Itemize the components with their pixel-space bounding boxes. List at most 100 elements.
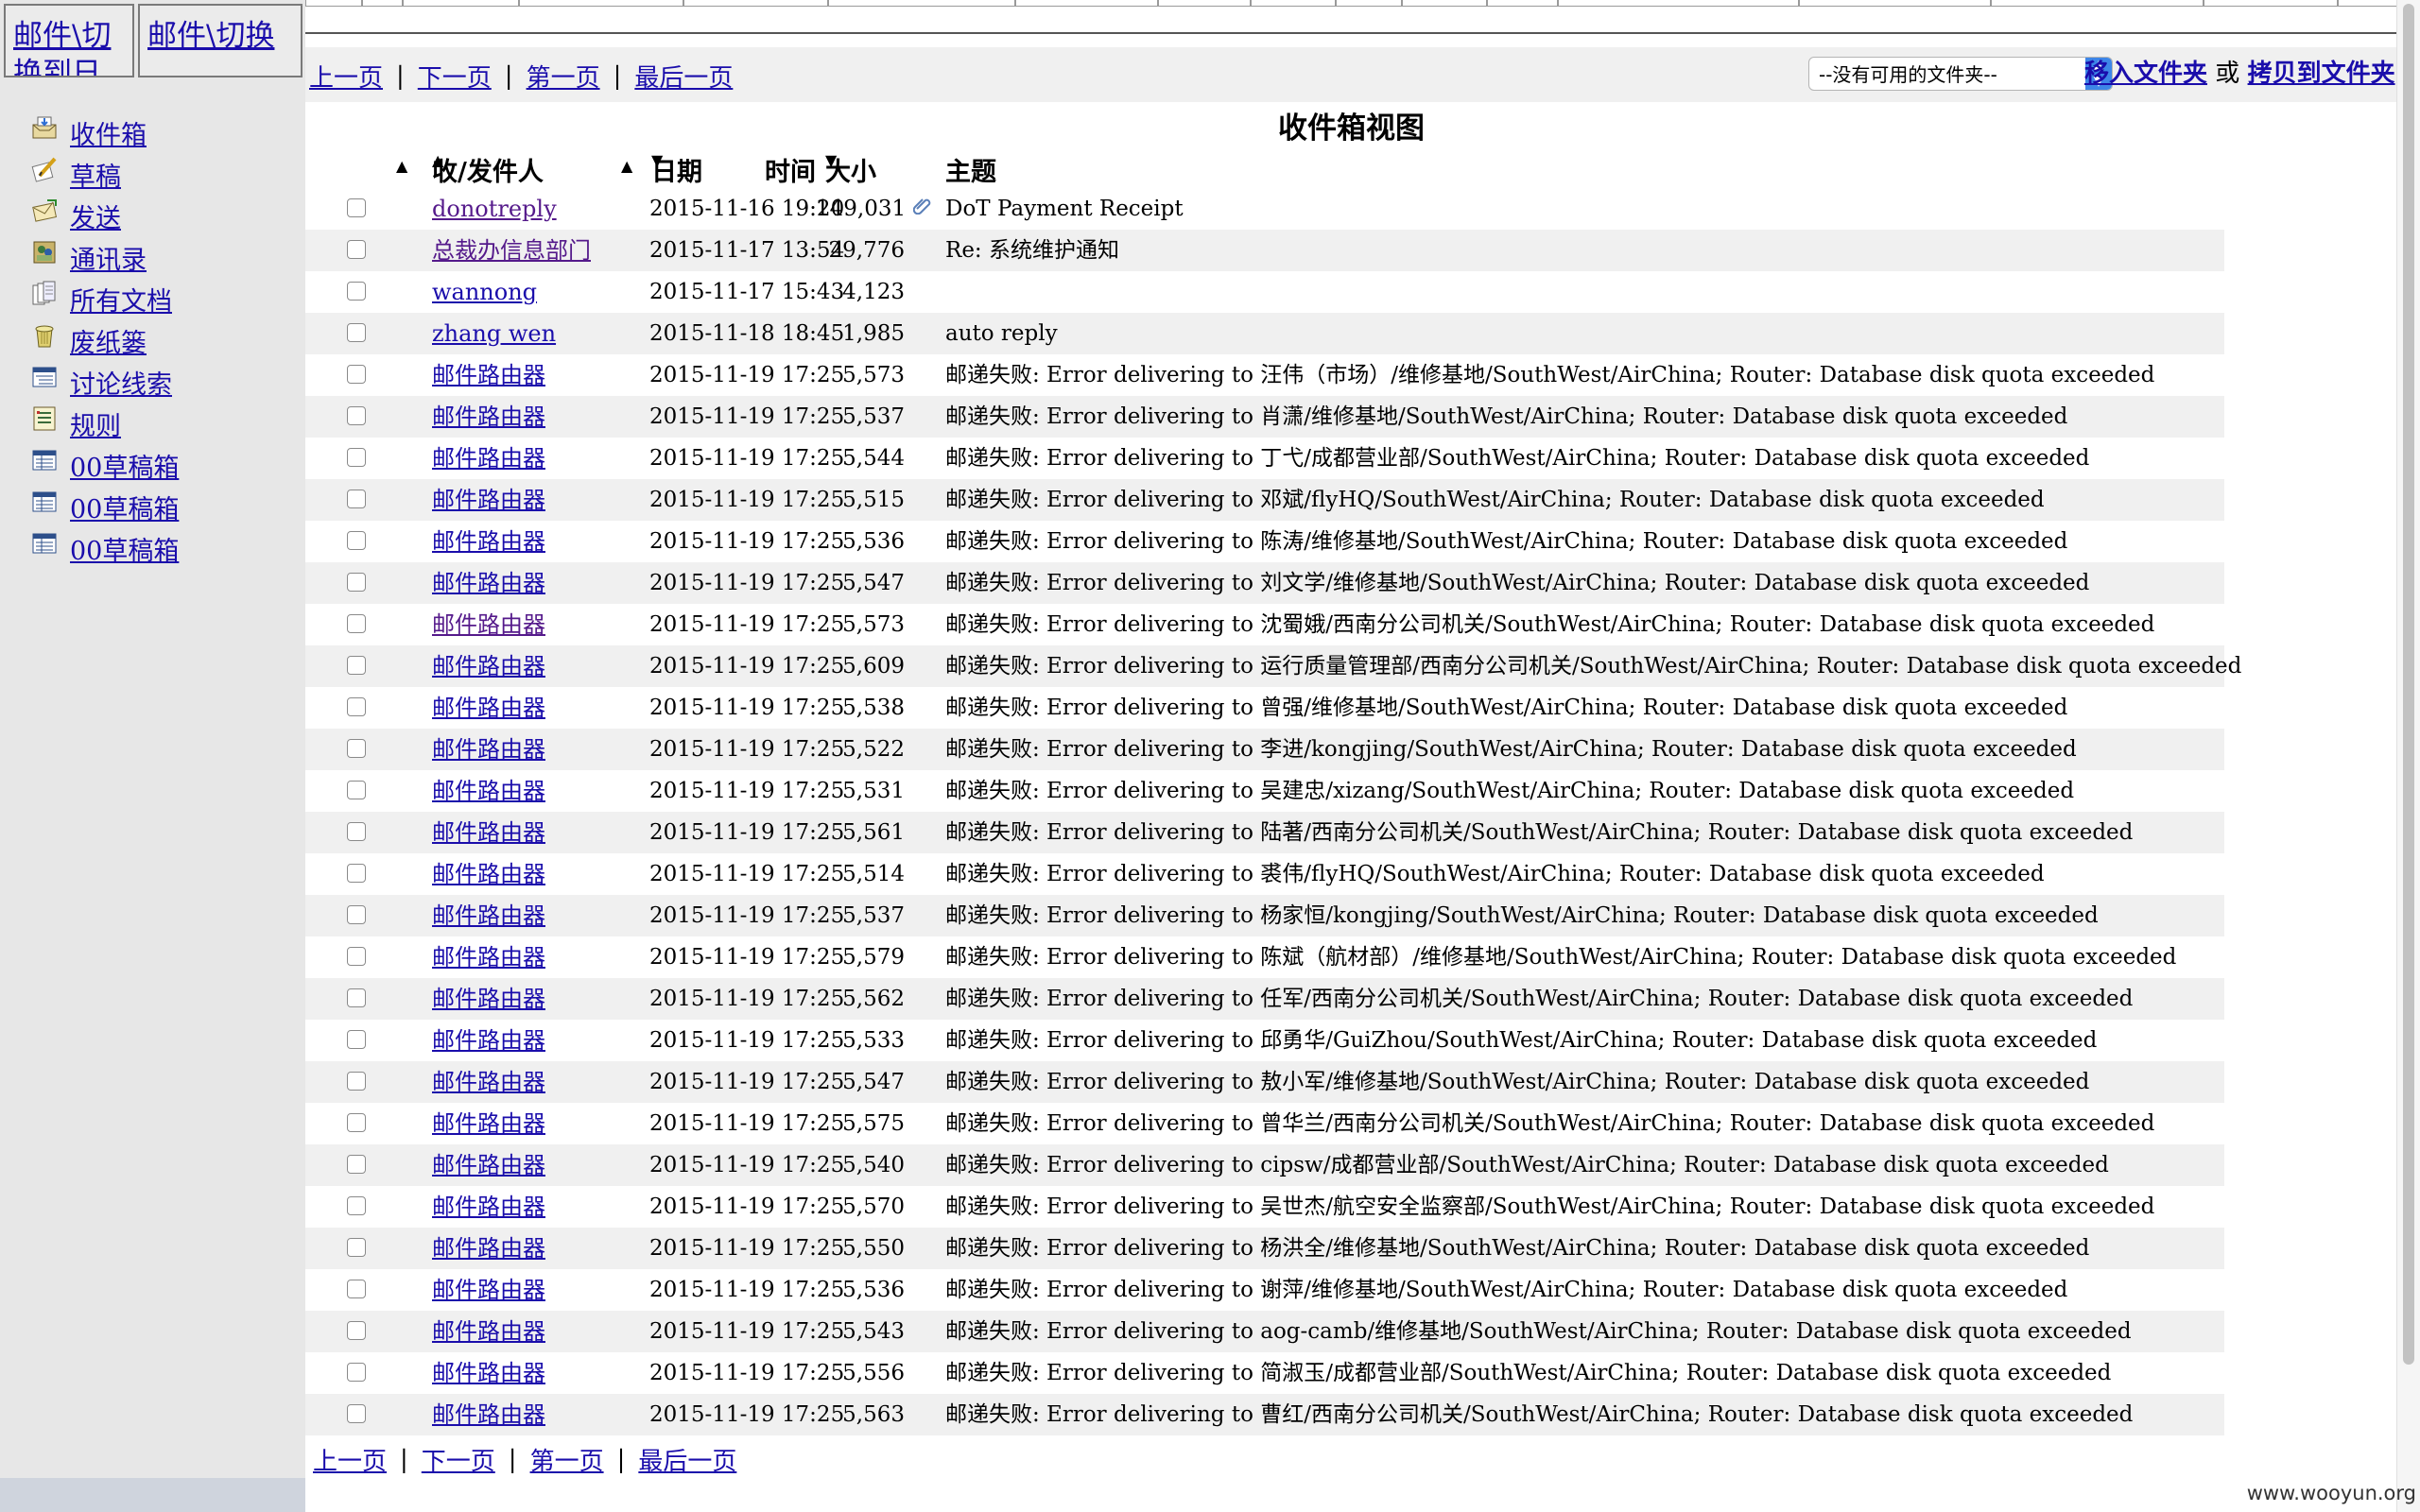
message-row[interactable]: zhang wen 2015-11-18 18:45 1,985 auto reply xyxy=(305,313,2224,354)
prev-page-link[interactable]: 上一页 xyxy=(313,1442,387,1477)
message-row[interactable]: 邮件路由器 2015-11-19 17:25 5,561 邮递失败: Error de… xyxy=(305,812,2224,853)
folder-select[interactable]: --没有可用的文件夹-- ▲ ▼ xyxy=(1808,57,2113,91)
nav-item-label[interactable]: 00草稿箱 xyxy=(70,447,179,484)
sender-link[interactable]: 邮件路由器 xyxy=(432,1110,545,1137)
select-checkbox[interactable] xyxy=(347,198,366,217)
nav-item-label[interactable]: 废纸篓 xyxy=(70,322,147,359)
message-row[interactable]: 邮件路由器 2015-11-19 17:25 5,547 邮递失败: Error de… xyxy=(305,562,2224,604)
nav-item[interactable]: 00草稿箱 xyxy=(30,486,179,527)
sender-link[interactable]: 邮件路由器 xyxy=(432,528,545,555)
last-page-link[interactable]: 最后一页 xyxy=(634,59,733,94)
sender-link[interactable]: donotreply xyxy=(432,196,557,222)
message-row[interactable]: 邮件路由器 2015-11-19 17:25 5,515 邮递失败: Error de… xyxy=(305,479,2224,521)
select-checkbox[interactable] xyxy=(347,282,366,301)
vertical-scrollbar[interactable] xyxy=(2396,0,2420,1512)
nav-item-label[interactable]: 收件箱 xyxy=(70,114,147,151)
sender-link[interactable]: 邮件路由器 xyxy=(432,1318,545,1345)
message-row[interactable]: 邮件路由器 2015-11-19 17:25 5,533 邮递失败: Error de… xyxy=(305,1020,2224,1061)
select-checkbox[interactable] xyxy=(347,1321,366,1340)
switch-view-button-1[interactable]: 邮件\切换到日 xyxy=(4,4,134,77)
sender-link[interactable]: 邮件路由器 xyxy=(432,736,545,763)
move-to-folder-link[interactable]: 移入文件夹 xyxy=(2084,60,2207,88)
sender-link[interactable]: 邮件路由器 xyxy=(432,819,545,846)
last-page-link[interactable]: 最后一页 xyxy=(638,1442,736,1477)
sender-link[interactable]: 邮件路由器 xyxy=(432,1360,545,1386)
first-page-link[interactable]: 第一页 xyxy=(530,1442,604,1477)
nav-item-label[interactable]: 规则 xyxy=(70,405,121,442)
message-row[interactable]: donotreply 2015-11-16 19:20 149,031 DoT Pay… xyxy=(305,188,2224,230)
select-checkbox[interactable] xyxy=(347,531,366,550)
nav-item-label[interactable]: 讨论线索 xyxy=(70,364,172,401)
select-checkbox[interactable] xyxy=(347,573,366,592)
select-checkbox[interactable] xyxy=(347,1363,366,1382)
nav-item-label[interactable]: 发送 xyxy=(70,198,121,234)
sender-link[interactable]: 邮件路由器 xyxy=(432,1235,545,1262)
select-checkbox[interactable] xyxy=(347,448,366,467)
first-page-link[interactable]: 第一页 xyxy=(527,59,600,94)
select-checkbox[interactable] xyxy=(347,697,366,716)
select-checkbox[interactable] xyxy=(347,1238,366,1257)
message-row[interactable]: 邮件路由器 2015-11-19 17:25 5,556 邮递失败: Error de… xyxy=(305,1352,2224,1394)
sender-link[interactable]: 邮件路由器 xyxy=(432,986,545,1012)
sender-link[interactable]: 邮件路由器 xyxy=(432,1069,545,1095)
sender-link[interactable]: 邮件路由器 xyxy=(432,611,545,638)
nav-item[interactable]: 收件箱 xyxy=(30,112,179,153)
sender-link[interactable]: wannong xyxy=(432,279,537,305)
select-checkbox[interactable] xyxy=(347,1280,366,1298)
message-row[interactable]: 邮件路由器 2015-11-19 17:25 5,575 邮递失败: Error de… xyxy=(305,1103,2224,1144)
nav-item-label[interactable]: 00草稿箱 xyxy=(70,530,179,567)
message-row[interactable]: 邮件路由器 2015-11-19 17:25 5,537 邮递失败: Error de… xyxy=(305,895,2224,936)
sender-link[interactable]: 邮件路由器 xyxy=(432,1401,545,1428)
message-row[interactable]: 邮件路由器 2015-11-19 17:25 5,609 邮递失败: Error de… xyxy=(305,645,2241,687)
sort-down-icon[interactable]: ▼ xyxy=(825,151,837,169)
sort-down-icon[interactable]: ▼ xyxy=(651,151,663,169)
sender-link[interactable]: 邮件路由器 xyxy=(432,1277,545,1303)
select-checkbox[interactable] xyxy=(347,1072,366,1091)
select-checkbox[interactable] xyxy=(347,323,366,342)
message-row[interactable]: 邮件路由器 2015-11-19 17:25 5,537 邮递失败: Error de… xyxy=(305,396,2224,438)
sender-link[interactable]: 邮件路由器 xyxy=(432,570,545,596)
sender-link[interactable]: 邮件路由器 xyxy=(432,861,545,887)
message-row[interactable]: 邮件路由器 2015-11-19 17:25 5,543 邮递失败: Error de… xyxy=(305,1311,2224,1352)
select-checkbox[interactable] xyxy=(347,490,366,508)
nav-item[interactable]: 发送 xyxy=(30,195,179,236)
message-row[interactable]: 邮件路由器 2015-11-19 17:25 5,547 邮递失败: Error de… xyxy=(305,1061,2224,1103)
nav-item-label[interactable]: 草稿 xyxy=(70,156,121,193)
nav-item[interactable]: 规则 xyxy=(30,403,179,444)
nav-item[interactable]: 00草稿箱 xyxy=(30,444,179,486)
sender-link[interactable]: 邮件路由器 xyxy=(432,695,545,721)
message-row[interactable]: 邮件路由器 2015-11-19 17:25 5,531 邮递失败: Error de… xyxy=(305,770,2224,812)
sender-link[interactable]: 邮件路由器 xyxy=(432,445,545,472)
select-checkbox[interactable] xyxy=(347,656,366,675)
nav-item[interactable]: 讨论线索 xyxy=(30,361,179,403)
switch-view-link-2[interactable]: 邮件\切换 xyxy=(147,19,274,53)
select-checkbox[interactable] xyxy=(347,365,366,384)
select-checkbox[interactable] xyxy=(347,905,366,924)
message-row[interactable]: 邮件路由器 2015-11-19 17:25 5,544 邮递失败: Error de… xyxy=(305,438,2224,479)
sender-link[interactable]: 邮件路由器 xyxy=(432,404,545,430)
message-row[interactable]: 邮件路由器 2015-11-19 17:25 5,562 邮递失败: Error de… xyxy=(305,978,2224,1020)
sender-link[interactable]: 邮件路由器 xyxy=(432,1027,545,1054)
sort-up-icon[interactable]: ▲ xyxy=(621,157,632,175)
select-checkbox[interactable] xyxy=(347,947,366,966)
message-row[interactable]: 总裁办信息部门 2015-11-17 13:54 29,776 Re: 系统维护通知 xyxy=(305,230,2224,271)
message-row[interactable]: 邮件路由器 2015-11-19 17:25 5,573 邮递失败: Error de… xyxy=(305,604,2224,645)
sender-link[interactable]: zhang wen xyxy=(432,320,556,347)
switch-view-button-2[interactable]: 邮件\切换 xyxy=(138,4,302,77)
select-checkbox[interactable] xyxy=(347,781,366,799)
sender-link[interactable]: 邮件路由器 xyxy=(432,778,545,804)
switch-view-link-1[interactable]: 邮件\切换到日 xyxy=(13,19,111,76)
message-row[interactable]: wannong 2015-11-17 15:43 4,123 xyxy=(305,271,2224,313)
sender-link[interactable]: 邮件路由器 xyxy=(432,944,545,971)
nav-item-label[interactable]: 00草稿箱 xyxy=(70,489,179,525)
select-checkbox[interactable] xyxy=(347,1113,366,1132)
prev-page-link[interactable]: 上一页 xyxy=(309,59,383,94)
select-checkbox[interactable] xyxy=(347,822,366,841)
select-checkbox[interactable] xyxy=(347,1196,366,1215)
message-row[interactable]: 邮件路由器 2015-11-19 17:25 5,579 邮递失败: Error de… xyxy=(305,936,2224,978)
message-row[interactable]: 邮件路由器 2015-11-19 17:25 5,538 邮递失败: Error de… xyxy=(305,687,2224,729)
select-checkbox[interactable] xyxy=(347,988,366,1007)
message-row[interactable]: 邮件路由器 2015-11-19 17:25 5,573 邮递失败: Error de… xyxy=(305,354,2224,396)
sender-link[interactable]: 邮件路由器 xyxy=(432,362,545,388)
nav-item[interactable]: 所有文档 xyxy=(30,278,179,319)
